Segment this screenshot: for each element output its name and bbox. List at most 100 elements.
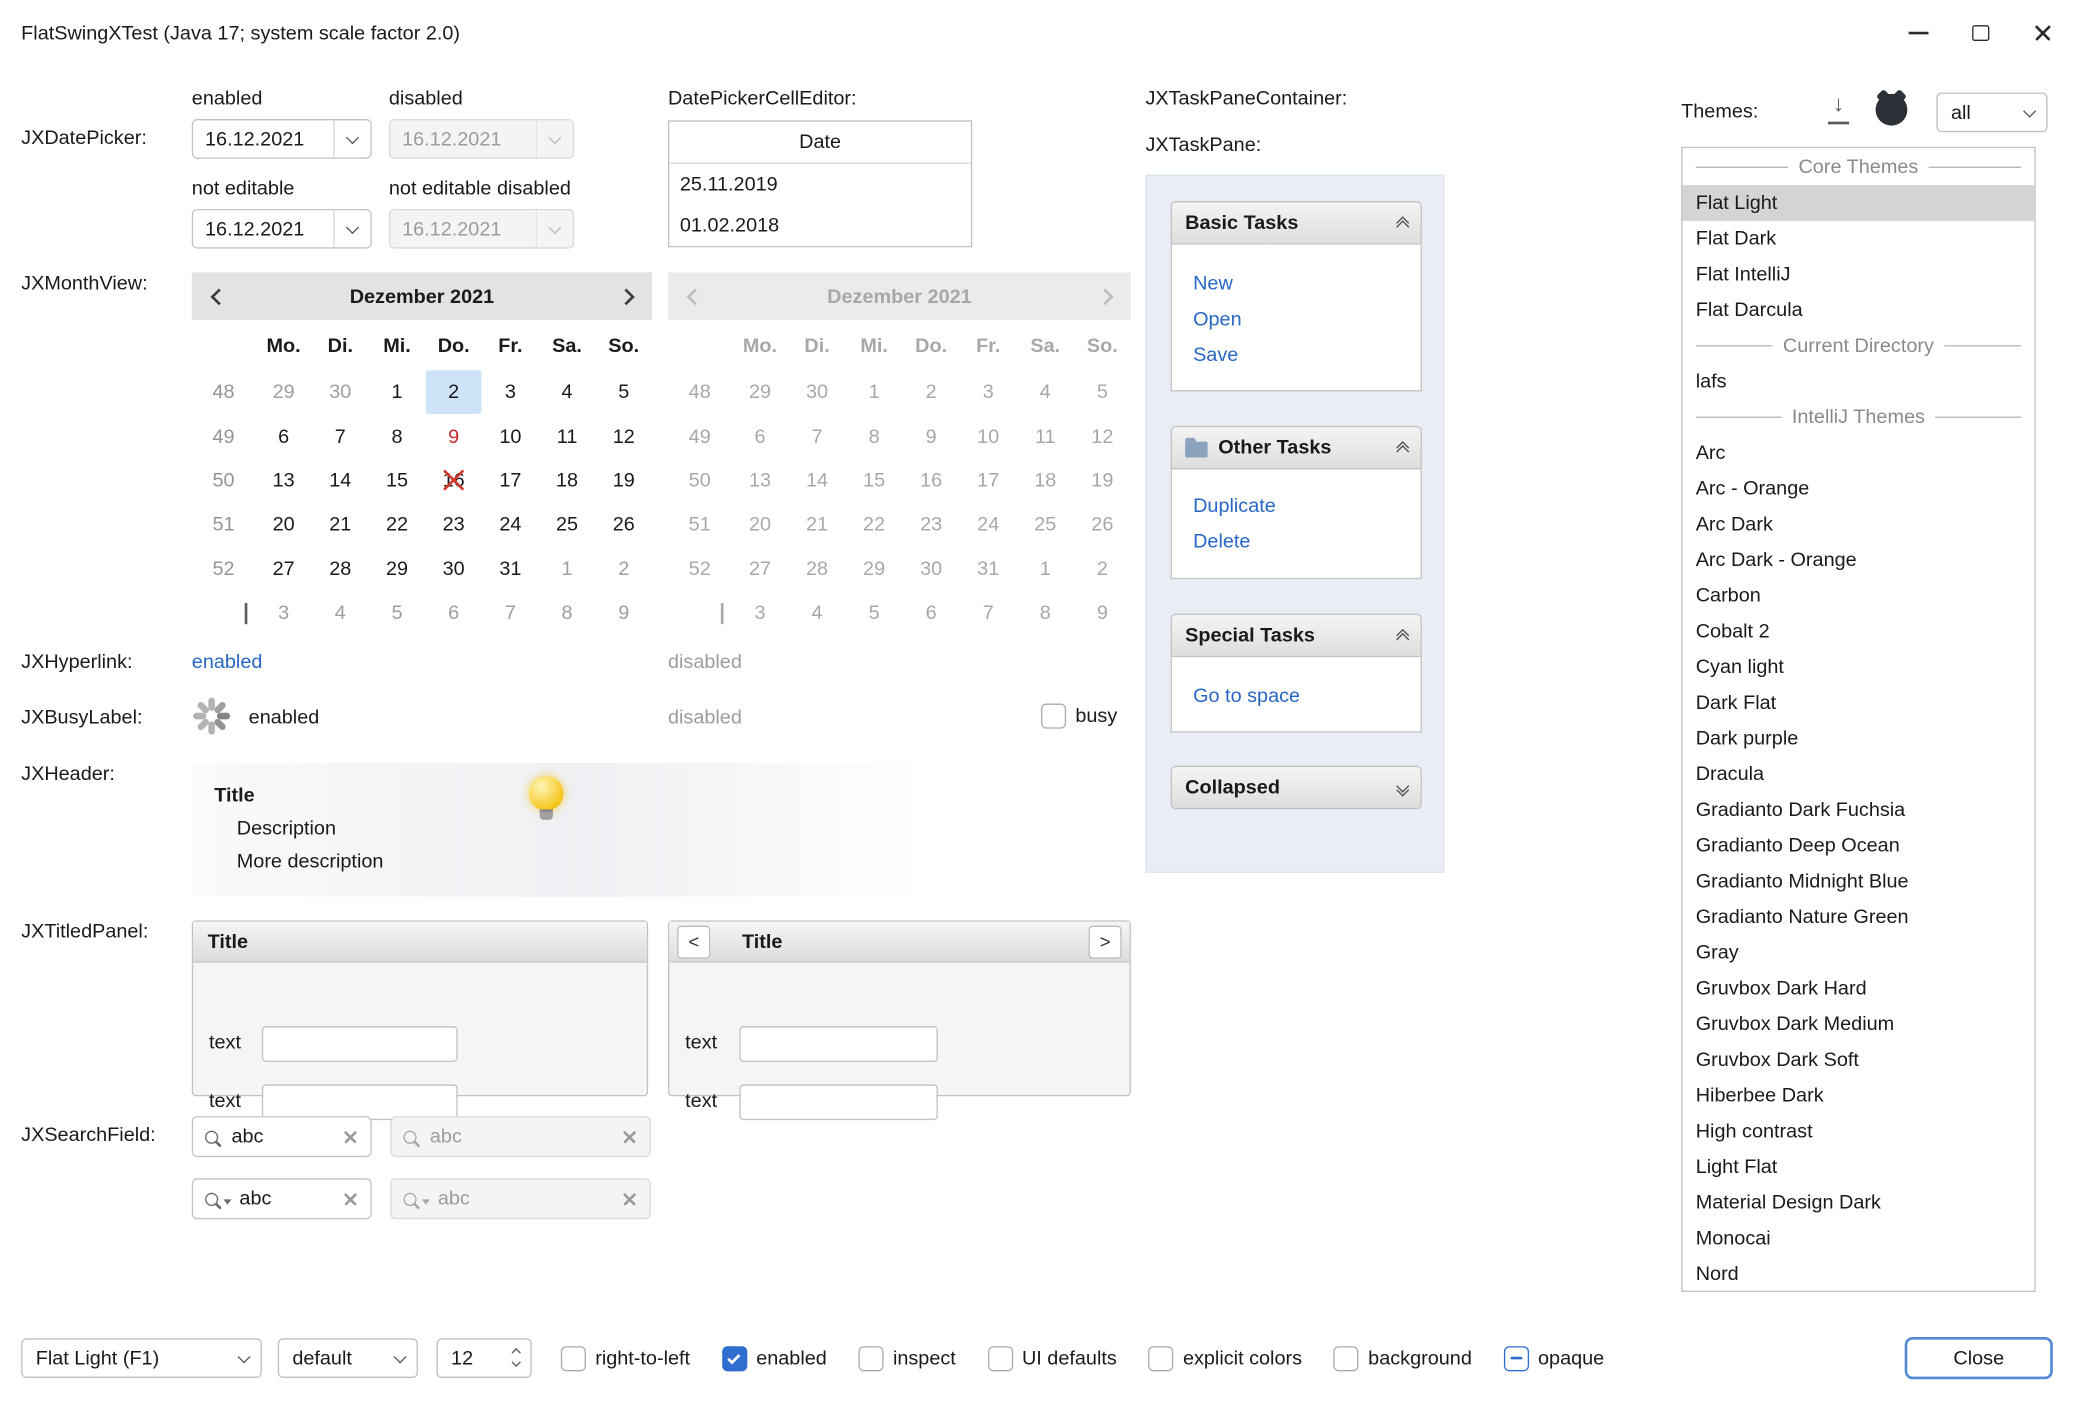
calendar-day-cell[interactable]: 30 — [312, 370, 369, 414]
theme-list-item[interactable]: Dark purple — [1682, 721, 2034, 757]
theme-list-item[interactable]: Arc — [1682, 435, 2034, 471]
taskpane-header[interactable]: Other Tasks — [1171, 426, 1422, 470]
checkbox-explicit-colors[interactable]: explicit colors — [1149, 1346, 1302, 1371]
close-button[interactable]: Close — [1905, 1337, 2053, 1379]
calendar-day-cell[interactable]: 17 — [482, 459, 539, 503]
theme-list-item[interactable]: Gradianto Midnight Blue — [1682, 864, 2034, 900]
checkbox-enabled[interactable]: enabled — [722, 1346, 827, 1371]
calendar-day-cell[interactable]: 2 — [595, 547, 652, 591]
calendar-day-cell[interactable]: 11 — [539, 414, 596, 458]
datepicker-not-editable[interactable]: 16.12.2021 — [192, 209, 372, 249]
checkbox-inspect[interactable]: inspect — [859, 1346, 956, 1371]
calendar-day-cell[interactable]: 9 — [425, 414, 482, 458]
taskpane-link-delete[interactable]: Delete — [1193, 524, 1399, 560]
download-icon[interactable] — [1825, 97, 1851, 125]
calendar-day-cell[interactable]: 28 — [312, 547, 369, 591]
checkbox-background[interactable]: background — [1334, 1346, 1472, 1371]
theme-list-item[interactable]: Gray — [1682, 935, 2034, 971]
datepicker-enabled[interactable]: 16.12.2021 — [192, 119, 372, 159]
calendar-prev-button[interactable] — [192, 272, 245, 320]
checkbox-ui-defaults[interactable]: UI defaults — [988, 1346, 1117, 1371]
taskpane-header[interactable]: Special Tasks — [1171, 614, 1422, 658]
checkbox-busy[interactable]: busy — [1041, 704, 1117, 729]
laf-combo[interactable]: Flat Light (F1) — [21, 1338, 262, 1378]
calendar-day-cell[interactable]: 22 — [369, 503, 426, 547]
theme-list-item[interactable]: Flat Dark — [1682, 221, 2034, 257]
clear-icon[interactable] — [343, 1191, 359, 1207]
calendar-day-cell[interactable]: 16 — [425, 459, 482, 503]
taskpane-link-open[interactable]: Open — [1193, 302, 1399, 338]
calendar-next-button[interactable] — [599, 272, 652, 320]
theme-list-item[interactable]: Light Flat — [1682, 1149, 2034, 1185]
github-icon[interactable] — [1876, 94, 1908, 126]
theme-list-item[interactable]: Carbon — [1682, 578, 2034, 614]
calendar-day-cell[interactable]: 8 — [369, 414, 426, 458]
calendar-day-cell[interactable]: 25 — [539, 503, 596, 547]
theme-list-item[interactable]: Monocai — [1682, 1221, 2034, 1257]
taskpane-link-go-to-space[interactable]: Go to space — [1193, 678, 1399, 714]
calendar-day-cell[interactable]: 4 — [312, 591, 369, 635]
theme-list-item[interactable]: Cobalt 2 — [1682, 614, 2034, 650]
theme-list-item[interactable]: Hiberbee Dark — [1682, 1078, 2034, 1114]
text-input[interactable] — [262, 1084, 458, 1120]
hyperlink-enabled[interactable]: enabled — [192, 651, 263, 673]
checkbox-right-to-left[interactable]: right-to-left — [561, 1346, 690, 1371]
taskpane-header[interactable]: Collapsed — [1171, 766, 1422, 810]
calendar-day-cell[interactable]: 8 — [539, 591, 596, 635]
checkbox-opaque[interactable]: opaque — [1504, 1346, 1605, 1371]
table-row[interactable]: 25.11.2019 — [669, 164, 971, 205]
minimize-button[interactable] — [1887, 0, 1949, 66]
maximize-button[interactable] — [1950, 0, 2012, 66]
text-input[interactable] — [262, 1026, 458, 1062]
taskpane-link-save[interactable]: Save — [1193, 337, 1399, 373]
calendar-day-cell[interactable]: 23 — [425, 503, 482, 547]
calendar-day-cell[interactable]: 30 — [425, 547, 482, 591]
theme-filter-combo[interactable]: all — [1936, 93, 2047, 133]
theme-list-item[interactable]: Gradianto Dark Fuchsia — [1682, 792, 2034, 828]
taskpane-link-duplicate[interactable]: Duplicate — [1193, 488, 1399, 524]
theme-list-item[interactable]: Gradianto Deep Ocean — [1682, 828, 2034, 864]
calendar-day-cell[interactable]: 29 — [369, 547, 426, 591]
close-window-button[interactable] — [2012, 0, 2074, 66]
theme-list-item[interactable]: Arc Dark — [1682, 506, 2034, 542]
calendar-day-cell[interactable]: 3 — [482, 370, 539, 414]
taskpane-header[interactable]: Basic Tasks — [1171, 201, 1422, 245]
search-field-enabled[interactable]: abc — [192, 1116, 372, 1157]
theme-list-item[interactable]: Arc Dark - Orange — [1682, 542, 2034, 578]
calendar-day-cell[interactable]: 27 — [255, 547, 312, 591]
font-size-spinner[interactable]: 12 — [436, 1338, 531, 1378]
spinner-up-icon[interactable] — [512, 1348, 520, 1356]
theme-list-item[interactable]: Gruvbox Dark Hard — [1682, 971, 2034, 1007]
calendar-day-cell[interactable]: 6 — [255, 414, 312, 458]
theme-list-item[interactable]: Gruvbox Dark Medium — [1682, 1006, 2034, 1042]
calendar-day-cell[interactable]: 19 — [595, 459, 652, 503]
theme-list-item[interactable]: Dark Flat — [1682, 685, 2034, 721]
theme-list-item[interactable]: Gradianto Nature Green — [1682, 899, 2034, 935]
calendar-day-cell[interactable]: 13 — [255, 459, 312, 503]
theme-list-item[interactable]: Nord — [1682, 1256, 2034, 1292]
calendar-day-cell[interactable]: 20 — [255, 503, 312, 547]
datepicker-dropdown-button[interactable] — [333, 210, 370, 247]
font-combo[interactable]: default — [278, 1338, 418, 1378]
calendar-day-cell[interactable]: 7 — [482, 591, 539, 635]
search-input[interactable]: abc — [231, 1125, 334, 1147]
calendar-day-cell[interactable]: 12 — [595, 414, 652, 458]
calendar-day-cell[interactable]: 31 — [482, 547, 539, 591]
calendar-day-cell[interactable]: 5 — [595, 370, 652, 414]
theme-list-item[interactable]: Flat Light — [1682, 185, 2034, 221]
theme-list-item[interactable]: High contrast — [1682, 1113, 2034, 1149]
calendar-day-cell[interactable]: 9 — [595, 591, 652, 635]
calendar-day-cell[interactable]: 4 — [539, 370, 596, 414]
calendar-day-cell[interactable]: 24 — [482, 503, 539, 547]
calendar-day-cell[interactable]: 29 — [255, 370, 312, 414]
calendar-day-cell[interactable]: 18 — [539, 459, 596, 503]
theme-list-item[interactable]: Dracula — [1682, 756, 2034, 792]
calendar-day-cell[interactable]: 7 — [312, 414, 369, 458]
calendar-day-cell[interactable]: 10 — [482, 414, 539, 458]
calendar-day-cell[interactable]: 15 — [369, 459, 426, 503]
calendar-day-cell[interactable]: 6 — [425, 591, 482, 635]
calendar-day-cell[interactable]: 14 — [312, 459, 369, 503]
theme-list-item[interactable]: lafs — [1682, 364, 2034, 400]
theme-list-item[interactable]: Flat Darcula — [1682, 292, 2034, 328]
clear-icon[interactable] — [343, 1129, 359, 1145]
